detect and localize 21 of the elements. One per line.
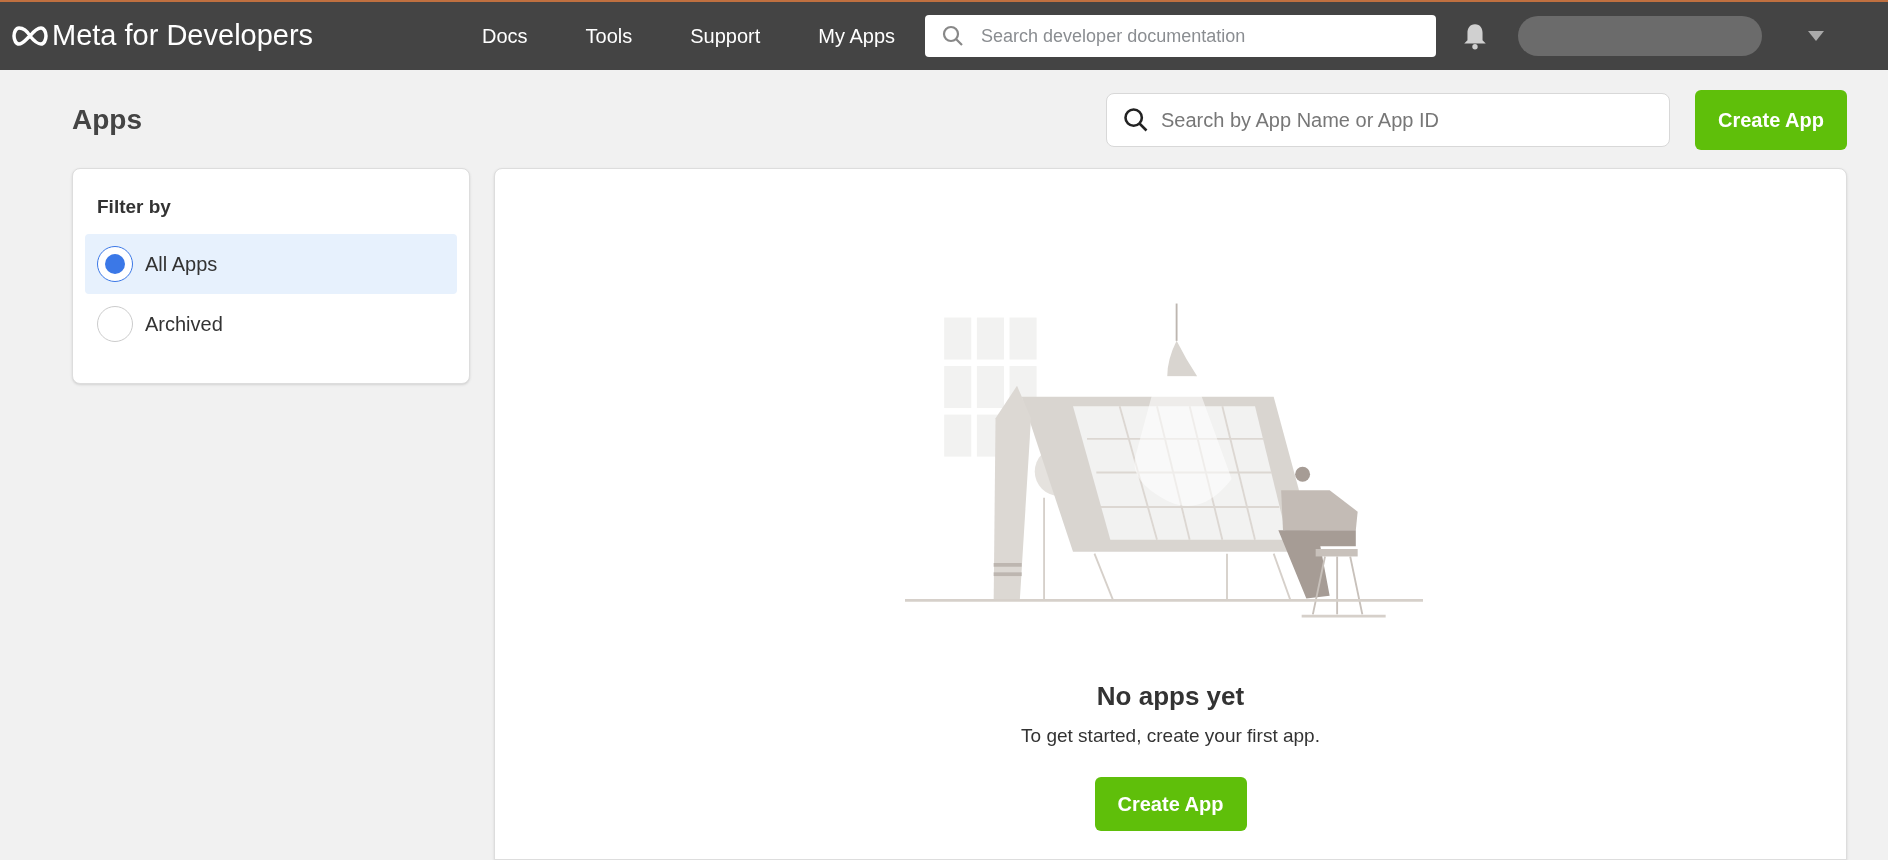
radio-button[interactable] xyxy=(97,305,133,342)
filter-option-label: All Apps xyxy=(145,251,218,277)
nav-link[interactable]: Support xyxy=(690,21,761,51)
empty-state-title: No apps yet xyxy=(1096,680,1245,713)
search-icon xyxy=(1122,106,1150,134)
page-title: Apps xyxy=(72,103,143,137)
nav-link[interactable]: Docs xyxy=(482,21,528,51)
filter-title: Filter by xyxy=(96,195,172,219)
documentation-search-field[interactable]: Search developer documentation xyxy=(925,15,1437,57)
app-search-field[interactable]: Search by App Name or App ID xyxy=(1106,93,1670,147)
radio-button[interactable] xyxy=(97,245,133,282)
meta-logo[interactable]: Meta for Developers xyxy=(12,14,482,58)
filter-option-label: Archived xyxy=(145,311,223,337)
nav-link[interactable]: My Apps xyxy=(818,21,896,51)
filter-option[interactable]: All Apps xyxy=(85,233,457,294)
bell-icon[interactable] xyxy=(1462,22,1489,50)
nav-link[interactable]: Tools xyxy=(585,21,633,51)
filter-option[interactable]: Archived xyxy=(85,293,457,354)
empty-state-message: To get started, create your first app. xyxy=(1021,724,1320,748)
infinity-icon xyxy=(12,25,48,47)
caret-icon[interactable] xyxy=(1808,31,1825,41)
